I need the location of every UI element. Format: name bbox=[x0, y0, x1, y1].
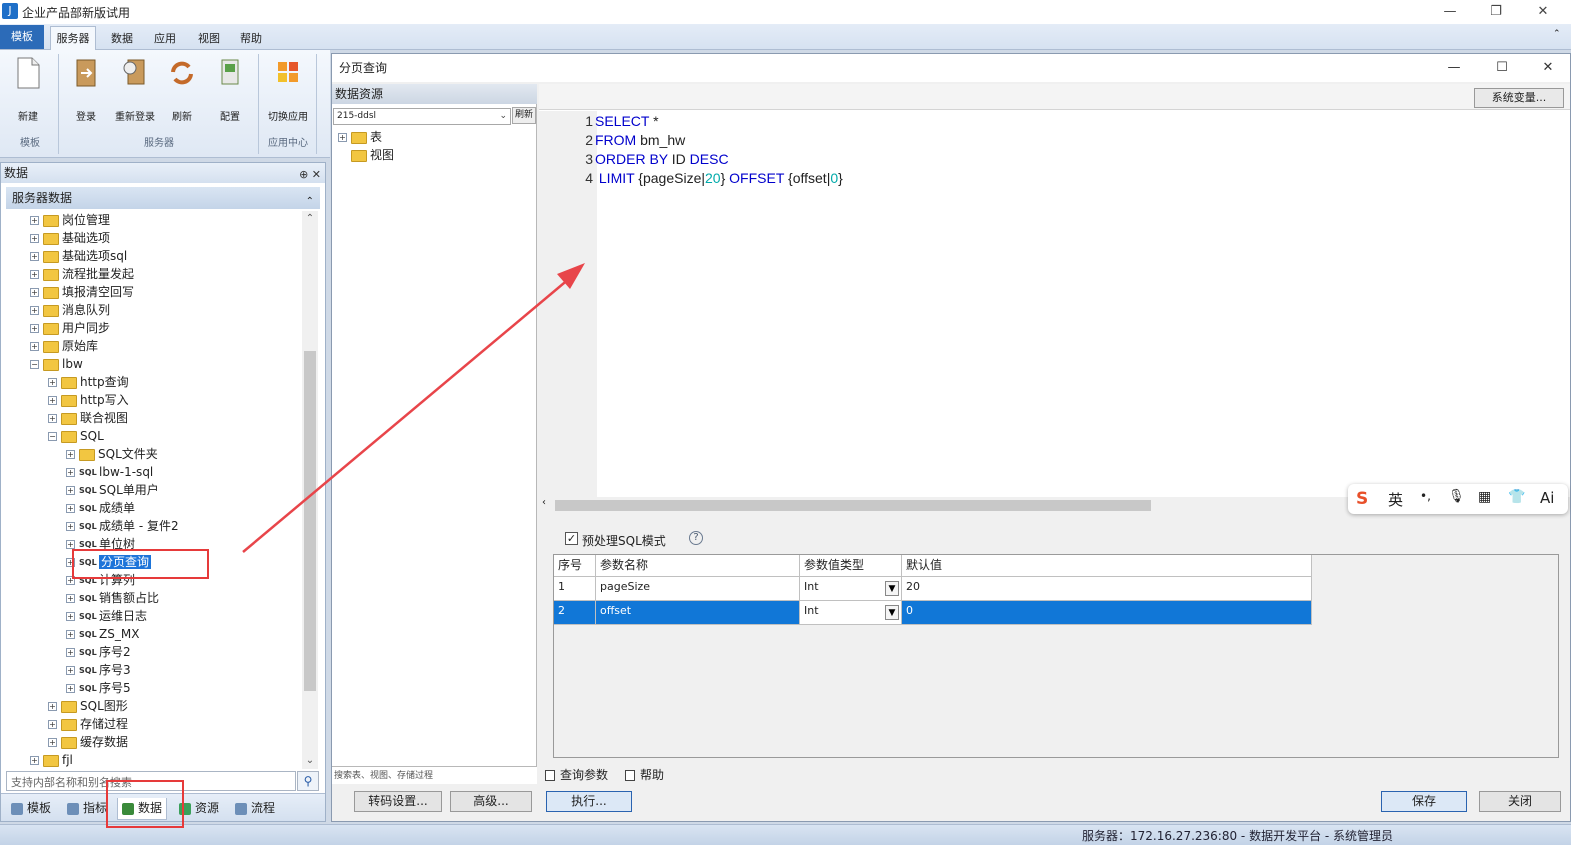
arrow-line bbox=[242, 277, 571, 553]
annotation-arrow bbox=[242, 263, 585, 553]
